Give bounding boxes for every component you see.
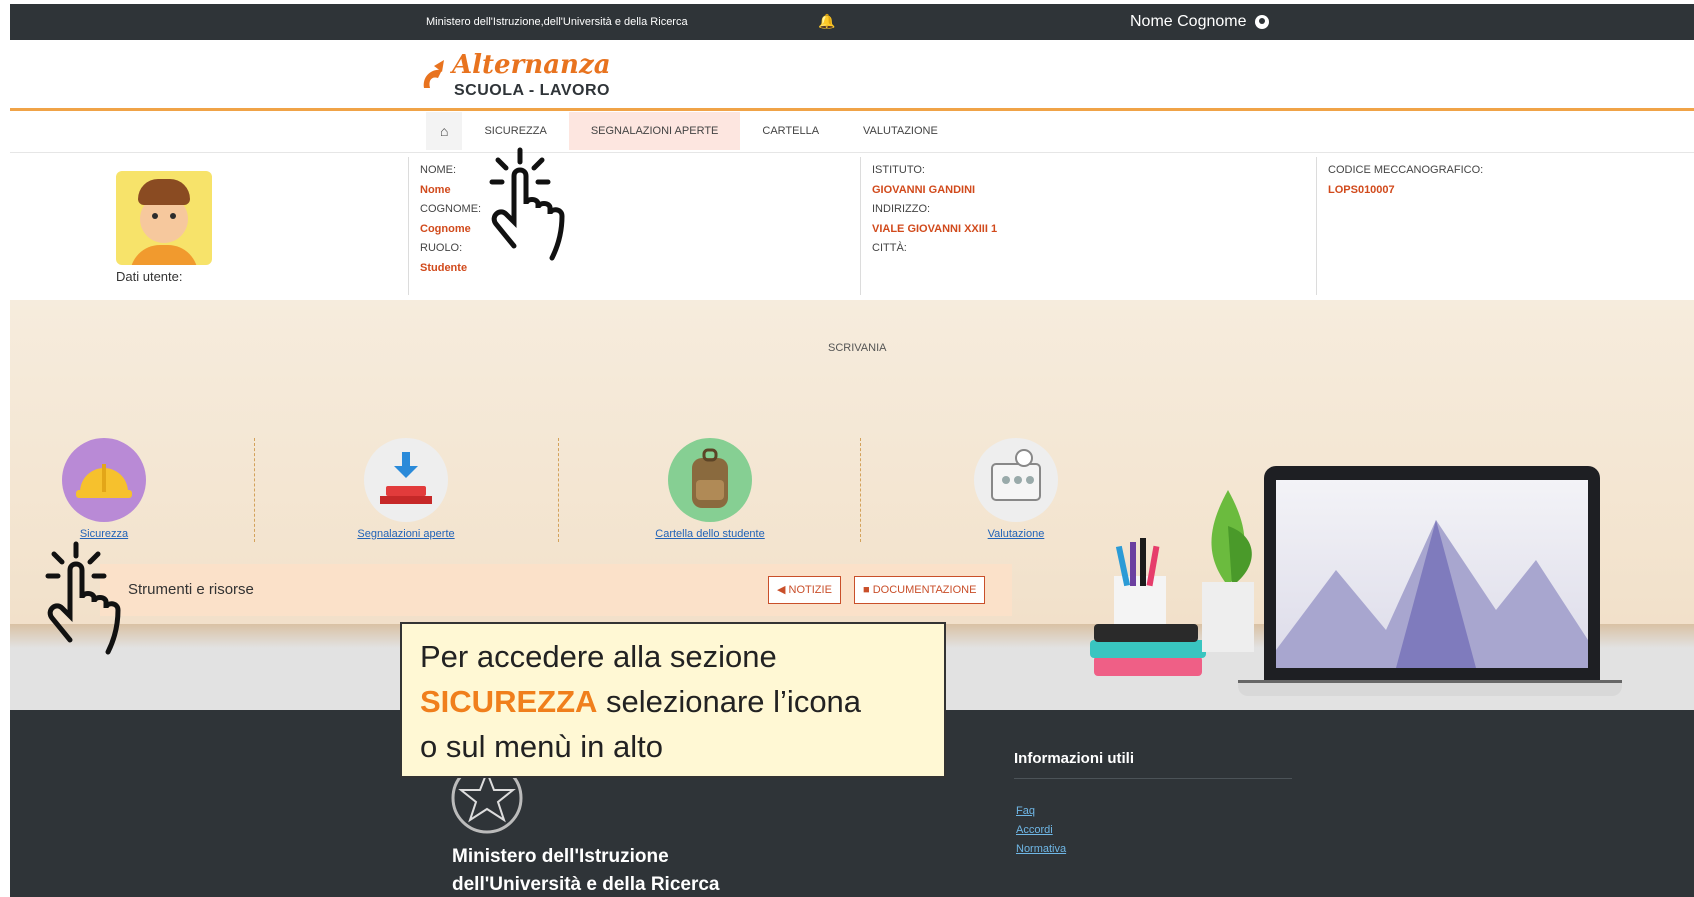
ruolo-label: RUOLO: bbox=[420, 242, 463, 254]
footer-ministry-line1: Ministero dell'Istruzione bbox=[452, 846, 669, 867]
pointing-hand-icon bbox=[489, 147, 565, 261]
segnalazioni-link[interactable]: Segnalazioni aperte bbox=[346, 528, 466, 540]
evaluation-icon bbox=[974, 438, 1058, 522]
instruction-callout: Per accedere alla sezione SICUREZZA sele… bbox=[400, 622, 946, 778]
cartella-link[interactable]: Cartella dello studente bbox=[640, 528, 780, 540]
tile-segnalazioni[interactable]: Segnalazioni aperte bbox=[346, 438, 466, 540]
indirizzo-value: VIALE GIOVANNI XXIII 1 bbox=[872, 222, 998, 235]
top-bar: Ministero dell'Istruzione,dell'Universit… bbox=[10, 4, 1694, 40]
citta-label: CITTÀ: bbox=[872, 242, 907, 254]
callout-highlight: SICUREZZA bbox=[420, 684, 598, 719]
istituto-label: ISTITUTO: bbox=[872, 164, 925, 176]
header-divider bbox=[10, 108, 1694, 111]
ministry-title: Ministero dell'Istruzione,dell'Universit… bbox=[426, 16, 688, 28]
nav-item-valutazione[interactable]: VALUTAZIONE bbox=[841, 112, 960, 150]
documentazione-button[interactable]: ■ DOCUMENTAZIONE bbox=[854, 576, 986, 604]
accordi-link[interactable]: Accordi bbox=[1016, 821, 1066, 840]
tile-valutazione[interactable]: Valutazione bbox=[966, 438, 1066, 540]
callout-line2-rest: selezionare l’icona bbox=[597, 684, 862, 719]
tile-sicurezza[interactable]: Sicurezza bbox=[54, 438, 154, 540]
tile-divider bbox=[558, 438, 559, 542]
personal-info: NOME: Nome COGNOME: Cognome RUOLO: Stude… bbox=[420, 161, 481, 278]
strumenti-bar: Strumenti e risorse ◀ NOTIZIE ■ DOCUMENT… bbox=[100, 564, 1012, 616]
documentazione-label: DOCUMENTAZIONE bbox=[872, 584, 977, 596]
pointing-hand-icon bbox=[45, 541, 121, 655]
codice-value: LOPS010007 bbox=[1328, 183, 1395, 196]
nav-item-segnalazioni[interactable]: SEGNALAZIONI APERTE bbox=[568, 112, 741, 150]
dati-utente-label: Dati utente: bbox=[116, 269, 183, 284]
indirizzo-label: INDIRIZZO: bbox=[872, 203, 931, 215]
helmet-icon bbox=[62, 438, 146, 522]
divider bbox=[860, 157, 861, 295]
nav-item-cartella[interactable]: CARTELLA bbox=[740, 112, 841, 150]
download-icon bbox=[364, 438, 448, 522]
school-info: ISTITUTO: GIOVANNI GANDINI INDIRIZZO: VI… bbox=[872, 161, 997, 259]
tile-divider bbox=[254, 438, 255, 542]
user-menu[interactable]: Nome Cognome bbox=[1130, 13, 1269, 31]
divider bbox=[1316, 157, 1317, 295]
faq-link[interactable]: Faq bbox=[1016, 802, 1066, 821]
nome-value: Nome bbox=[420, 183, 451, 196]
user-icon bbox=[1254, 15, 1269, 29]
tile-divider bbox=[860, 438, 861, 542]
plant-icon bbox=[1202, 490, 1254, 652]
notizie-button[interactable]: ◀ NOTIZIE bbox=[768, 576, 841, 604]
ruolo-value: Studente bbox=[420, 261, 468, 274]
notizie-label: NOTIZIE bbox=[788, 584, 832, 596]
avatar bbox=[116, 171, 212, 265]
alternanza-logo-icon bbox=[423, 60, 444, 88]
valutazione-link[interactable]: Valutazione bbox=[966, 528, 1066, 540]
nav-item-sicurezza[interactable]: SICUREZZA bbox=[462, 112, 568, 150]
laptop-keyboard bbox=[1238, 680, 1622, 696]
laptop-illustration bbox=[1264, 466, 1600, 680]
tile-cartella[interactable]: Cartella dello studente bbox=[640, 438, 780, 540]
info-divider bbox=[1014, 778, 1292, 779]
main-nav: ⌂ SICUREZZA SEGNALAZIONI APERTE CARTELLA… bbox=[426, 112, 960, 150]
cognome-value: Cognome bbox=[420, 222, 471, 235]
callout-line1: Per accedere alla sezione bbox=[420, 639, 777, 674]
megaphone-icon: ◀ bbox=[777, 584, 786, 596]
strumenti-label: Strumenti e risorse bbox=[128, 581, 254, 598]
footer-ministry-line2: dell'Università e della Ricerca bbox=[452, 874, 720, 895]
callout-line2: SICUREZZA selezionare l’icona bbox=[420, 679, 926, 724]
scrivania-title: SCRIVANIA bbox=[828, 342, 887, 354]
user-name: Nome Cognome bbox=[1130, 13, 1247, 30]
normativa-link[interactable]: Normativa bbox=[1016, 840, 1066, 859]
info-heading: Informazioni utili bbox=[1014, 750, 1134, 767]
callout-line3: o sul menù in alto bbox=[420, 729, 663, 764]
codice-label: CODICE MECCANOGRAFICO: bbox=[1328, 164, 1484, 176]
home-icon[interactable]: ⌂ bbox=[426, 112, 463, 150]
backpack-icon bbox=[668, 438, 752, 522]
bell-icon[interactable]: 🔔 bbox=[818, 13, 835, 30]
divider bbox=[408, 157, 409, 295]
info-links: Faq Accordi Normativa bbox=[1016, 802, 1066, 859]
cognome-label: COGNOME: bbox=[420, 203, 482, 215]
user-info-panel: Dati utente: NOME: Nome COGNOME: Cognome… bbox=[10, 152, 1694, 300]
istituto-value: GIOVANNI GANDINI bbox=[872, 183, 976, 196]
code-info: CODICE MECCANOGRAFICO: LOPS010007 bbox=[1328, 161, 1483, 200]
mountains-icon bbox=[1276, 520, 1588, 668]
sicurezza-link[interactable]: Sicurezza bbox=[54, 528, 154, 540]
brand-script: Alternanza bbox=[452, 50, 611, 80]
nome-label: NOME: bbox=[420, 164, 457, 176]
brand-subtitle: SCUOLA - LAVORO bbox=[454, 82, 610, 99]
document-icon: ■ bbox=[863, 584, 870, 596]
